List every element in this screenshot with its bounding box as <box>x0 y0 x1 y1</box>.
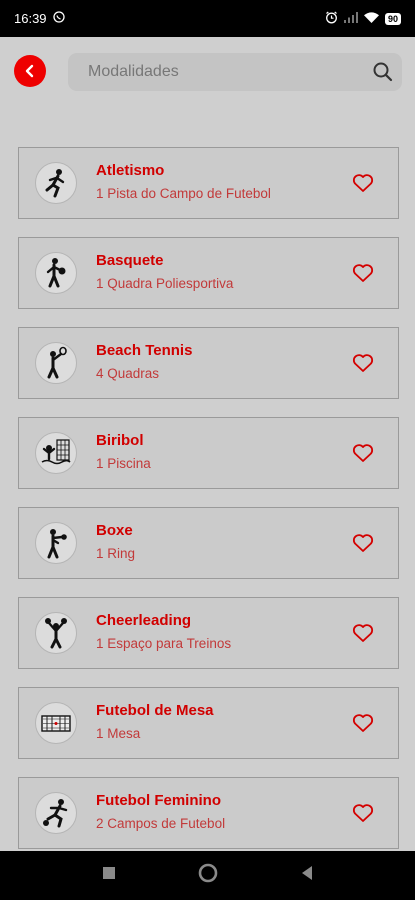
sport-subtitle: 4 Quadras <box>96 366 160 381</box>
cheerleading-icon <box>35 612 77 654</box>
sport-subtitle: 1 Mesa <box>96 726 141 741</box>
sport-title: Beach Tennis <box>96 342 193 359</box>
header <box>0 37 415 107</box>
heart-icon[interactable] <box>352 533 374 558</box>
signal-icon <box>343 11 358 26</box>
heart-icon[interactable] <box>352 173 374 198</box>
wifi-icon <box>363 11 379 26</box>
list-item[interactable]: Boxe 1 Ring <box>18 507 399 579</box>
battery-indicator: 90 <box>384 12 401 25</box>
sports-list: Atletismo 1 Pista do Campo de Futebol Ba… <box>18 147 399 867</box>
list-item[interactable]: Atletismo 1 Pista do Campo de Futebol <box>18 147 399 219</box>
search-bar[interactable] <box>68 53 402 91</box>
list-item[interactable]: Basquete 1 Quadra Poliesportiva <box>18 237 399 309</box>
sport-title: Biribol <box>96 432 144 449</box>
sport-title: Cheerleading <box>96 612 192 629</box>
list-item[interactable]: Beach Tennis 4 Quadras <box>18 327 399 399</box>
search-icon[interactable] <box>372 61 394 88</box>
heart-icon[interactable] <box>352 263 374 288</box>
search-input[interactable] <box>86 62 350 82</box>
running-icon <box>35 162 77 204</box>
basketball-icon <box>35 252 77 294</box>
sport-subtitle: 2 Campos de Futebol <box>96 816 226 831</box>
app-screen: Atletismo 1 Pista do Campo de Futebol Ba… <box>0 37 415 851</box>
soccer-icon <box>35 792 77 834</box>
heart-icon[interactable] <box>352 353 374 378</box>
home-button[interactable] <box>198 863 218 888</box>
water-volleyball-icon <box>35 432 77 474</box>
whatsapp-icon <box>52 11 65 26</box>
sport-title: Basquete <box>96 252 164 269</box>
sport-title: Atletismo <box>96 162 165 179</box>
system-navigation-bar <box>0 851 415 900</box>
status-bar: 16:39 90 <box>0 0 415 37</box>
boxing-icon <box>35 522 77 564</box>
recents-button[interactable] <box>102 866 116 885</box>
heart-icon[interactable] <box>352 713 374 738</box>
sport-title: Futebol Feminino <box>96 792 221 809</box>
back-nav-button[interactable] <box>300 865 314 886</box>
sport-subtitle: 1 Espaço para Treinos <box>96 636 232 651</box>
status-time: 16:39 <box>14 11 47 26</box>
tennis-icon <box>35 342 77 384</box>
chevron-left-icon <box>25 64 34 78</box>
sport-subtitle: 1 Pista do Campo de Futebol <box>96 186 271 201</box>
heart-icon[interactable] <box>352 803 374 828</box>
sport-title: Boxe <box>96 522 133 539</box>
heart-icon[interactable] <box>352 443 374 468</box>
sport-subtitle: 1 Quadra Poliesportiva <box>96 276 234 291</box>
sport-subtitle: 1 Ring <box>96 546 136 561</box>
list-item[interactable]: Cheerleading 1 Espaço para Treinos <box>18 597 399 669</box>
list-item[interactable]: Biribol 1 Piscina <box>18 417 399 489</box>
back-button[interactable] <box>14 55 46 87</box>
sport-subtitle: 1 Piscina <box>96 456 151 471</box>
table-football-icon <box>35 702 77 744</box>
list-item[interactable]: Futebol de Mesa 1 Mesa <box>18 687 399 759</box>
heart-icon[interactable] <box>352 623 374 648</box>
sport-title: Futebol de Mesa <box>96 702 214 719</box>
alarm-icon <box>325 11 338 27</box>
list-item[interactable]: Futebol Feminino 2 Campos de Futebol <box>18 777 399 849</box>
